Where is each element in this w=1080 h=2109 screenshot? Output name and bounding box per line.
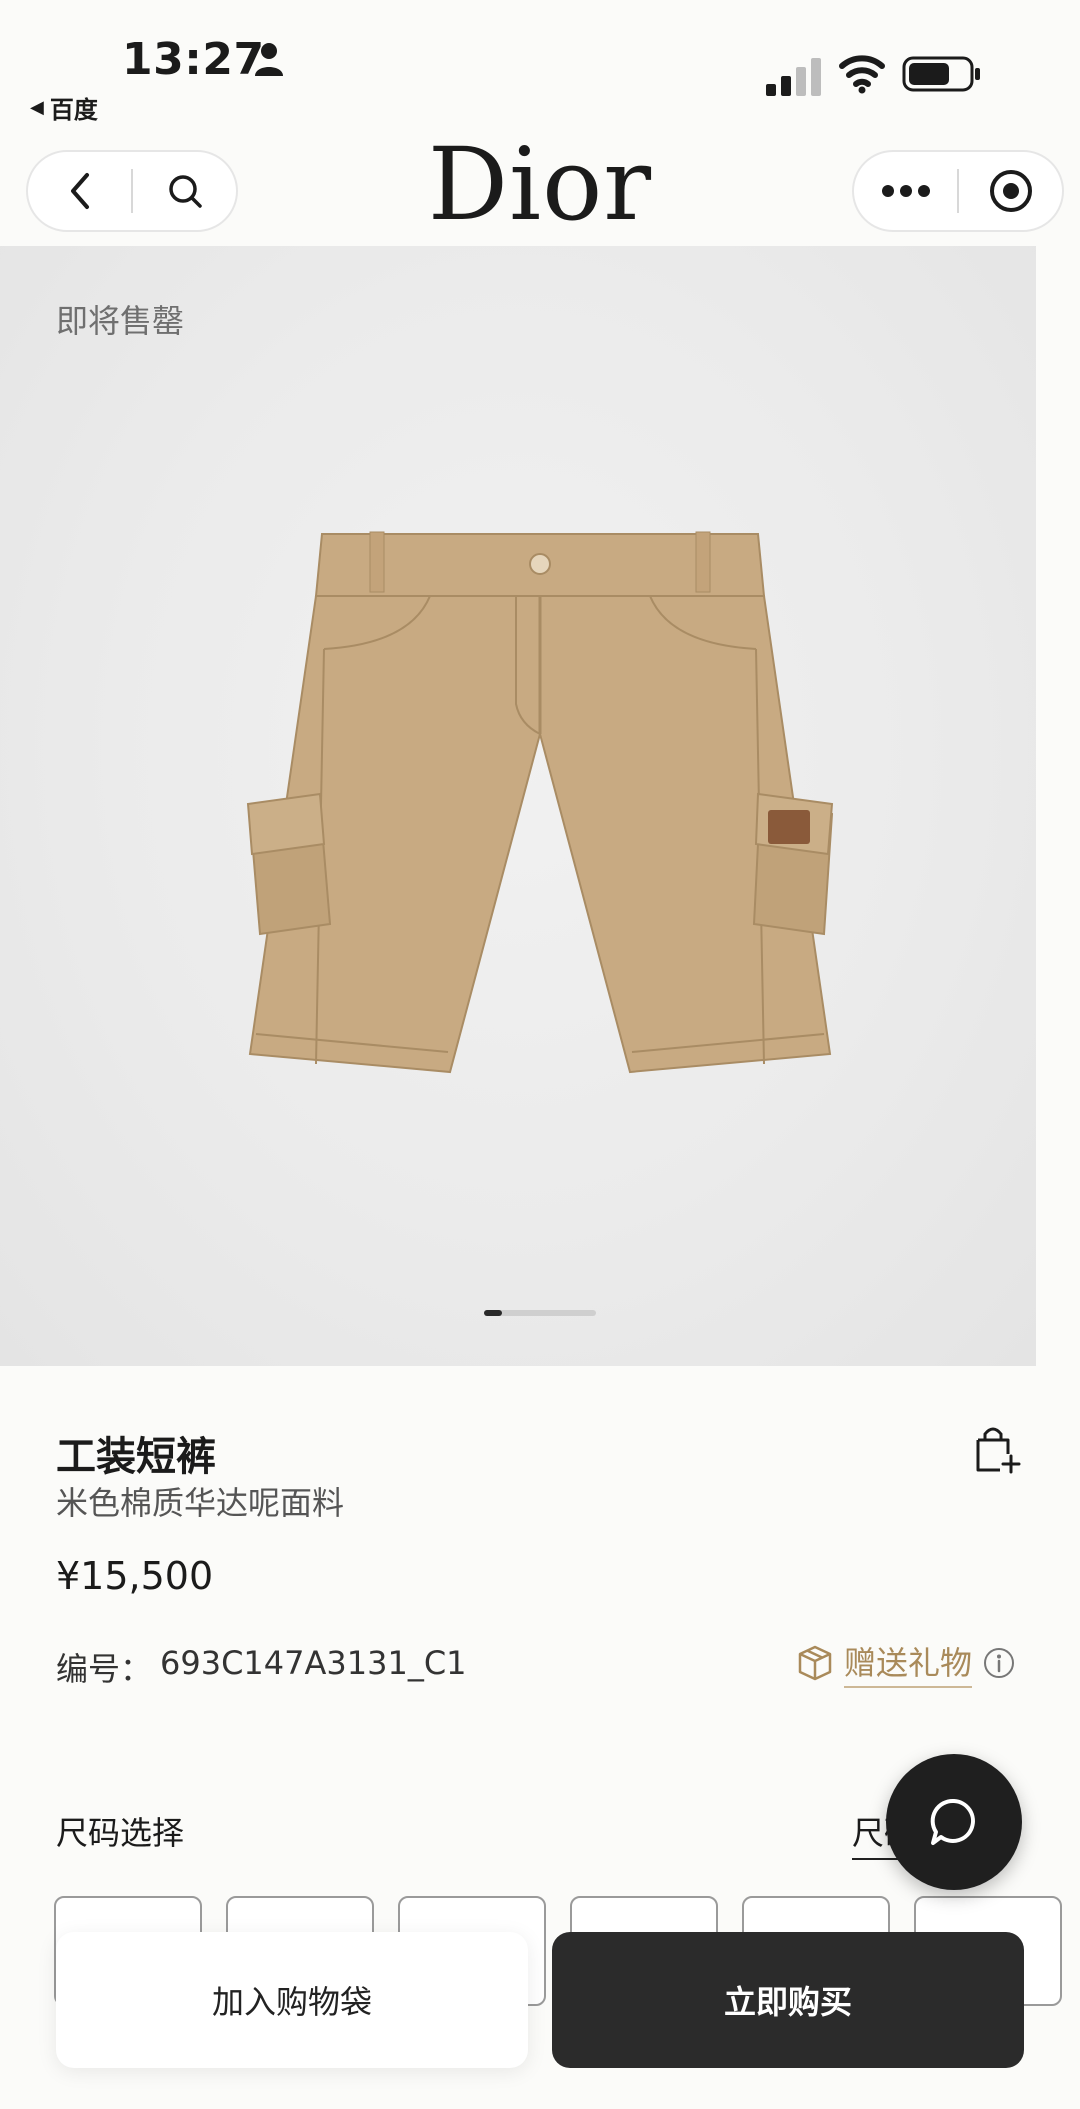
gift-link[interactable]: 赠送礼物	[796, 1638, 1016, 1688]
size-selection-label: 尺码选择	[56, 1814, 185, 1852]
status-time: 13:27	[122, 34, 265, 85]
product-price: ¥15,500	[56, 1554, 214, 1598]
gift-label: 赠送礼物	[844, 1638, 973, 1688]
more-icon	[881, 185, 930, 197]
target-icon	[989, 170, 1032, 212]
product-title: 工装短裤	[56, 1434, 216, 1480]
product-image-shorts	[246, 531, 834, 1074]
nav-capsule-right	[852, 150, 1064, 232]
more-button[interactable]	[854, 152, 957, 230]
status-bar: 13:27 ◀ 百度	[0, 0, 1080, 140]
add-to-cart-button[interactable]: 加入购物袋	[56, 1932, 528, 2068]
sku-value: 693C147A3131_C1	[160, 1644, 467, 1682]
gift-box-icon	[798, 1645, 832, 1681]
chat-button[interactable]	[886, 1754, 1022, 1890]
info-icon[interactable]	[982, 1646, 1016, 1680]
back-triangle-icon: ◀	[30, 97, 44, 118]
search-icon	[168, 175, 202, 208]
signal-icon	[766, 58, 821, 96]
wifi-icon	[839, 55, 885, 94]
person-icon	[255, 43, 283, 76]
product-subtitle: 米色棉质华达呢面料	[56, 1484, 345, 1522]
back-app-label: 百度	[49, 96, 98, 124]
close-miniprogram-button[interactable]	[959, 152, 1062, 230]
back-button[interactable]	[28, 152, 131, 230]
chat-bubble-icon	[930, 1798, 975, 1845]
carousel-indicator-active	[484, 1310, 502, 1316]
bag-add-icon[interactable]	[972, 1424, 1022, 1474]
stock-badge: 即将售罄	[56, 302, 185, 340]
product-image-carousel[interactable]: 即将售罄	[0, 246, 1036, 1366]
nav-capsule-left	[26, 150, 238, 232]
buy-now-button[interactable]: 立即购买	[552, 1932, 1024, 2068]
battery-icon	[902, 56, 980, 92]
chevron-left-icon	[70, 173, 89, 209]
brand-logo[interactable]: Dior	[400, 126, 680, 243]
sku-label: 编号：	[56, 1650, 153, 1688]
back-to-app-link[interactable]: ◀ 百度	[30, 90, 98, 125]
search-button[interactable]	[133, 152, 236, 230]
